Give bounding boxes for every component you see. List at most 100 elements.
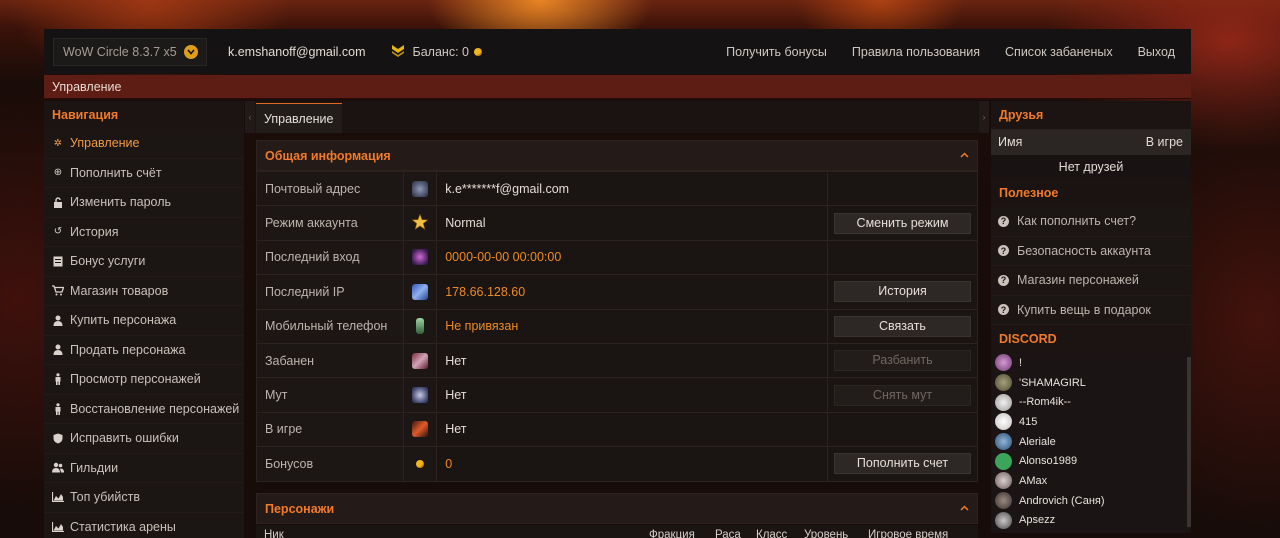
plus-circle-icon: ⊕	[53, 167, 63, 179]
link-banned-list[interactable]: Список забаненых	[1005, 45, 1113, 59]
link-logout[interactable]: Выход	[1138, 45, 1175, 59]
tab-scroll-left-icon[interactable]: ‹	[245, 101, 255, 133]
useful-link-character-shop[interactable]: ? Магазин персонажей	[991, 266, 1191, 296]
question-icon: ?	[998, 215, 1009, 227]
top-bar: WoW Circle 8.3.7 x5 k.emshanoff@gmail.co…	[44, 29, 1191, 74]
row-label: Забанен	[255, 342, 405, 379]
male-icon	[52, 402, 64, 415]
table-row: Почтовый адрес k.e*******f@gmail.com	[255, 170, 979, 207]
row-value: k.e*******f@gmail.com	[436, 170, 828, 207]
rank-chevron-icon	[391, 44, 405, 60]
row-label: В игре	[255, 411, 405, 448]
nav-item-label: Просмотр персонажей	[70, 372, 201, 387]
row-value: 0	[436, 446, 828, 482]
col-nick: Ник	[264, 529, 284, 538]
avatar	[995, 433, 1012, 451]
nav-item-management[interactable]: ✲ Управление	[44, 129, 244, 159]
nav-item-top-kills[interactable]: Топ убийств	[44, 483, 244, 513]
avatar	[995, 354, 1012, 372]
mute-icon	[412, 387, 429, 404]
question-icon: ?	[998, 274, 1009, 286]
link-rules[interactable]: Правила пользования	[852, 45, 980, 59]
discord-scrollbar[interactable]	[1187, 357, 1191, 527]
nav-item-bonus-services[interactable]: Бонус услуги	[44, 247, 244, 277]
link-phone-button[interactable]: Связать	[833, 315, 971, 337]
member-name: AMax	[1019, 474, 1048, 487]
nav-item-history[interactable]: ↺ История	[44, 217, 244, 247]
general-info-section: Общая информация Почтовый адрес k.e*****…	[255, 140, 979, 482]
nav-item-label: Магазин товаров	[70, 283, 169, 298]
member-name: Alonso1989	[1019, 455, 1078, 468]
discord-member[interactable]: Apsezz	[991, 511, 1191, 531]
nav-item-topup[interactable]: ⊕ Пополнить счёт	[44, 158, 244, 188]
useful-link-gift[interactable]: ? Купить вещь в подарок	[991, 295, 1191, 325]
row-label: Режим аккаунта	[255, 205, 405, 241]
gear-icon: ✲	[53, 137, 63, 149]
discord-member[interactable]: Androvich (Саня)	[991, 491, 1191, 511]
ip-history-button[interactable]: История	[833, 281, 971, 303]
ban-icon	[412, 352, 429, 369]
general-info-header[interactable]: Общая информация	[256, 140, 978, 171]
discord-widget[interactable]: ! 'SHAMAGIRL --Rom4ik-- 415 Aleriale Alo…	[991, 353, 1191, 533]
friends-col-ingame: В игре	[1145, 135, 1183, 149]
col-faction: Фракция	[649, 529, 695, 538]
nav-item-view-characters[interactable]: Просмотр персонажей	[44, 365, 244, 395]
chevron-up-icon[interactable]	[960, 150, 969, 161]
nav-item-change-password[interactable]: Изменить пароль	[44, 188, 244, 218]
coin-icon	[473, 47, 482, 56]
avatar	[995, 511, 1012, 529]
nav-item-buy-character[interactable]: Купить персонажа	[44, 306, 244, 336]
col-level: Уровень	[804, 529, 849, 538]
discord-member[interactable]: 415	[991, 412, 1191, 432]
discord-member[interactable]: --Rom4ik--	[991, 392, 1191, 412]
member-name: Aleriale	[1019, 435, 1056, 448]
discord-member[interactable]: Alonso1989	[991, 451, 1191, 471]
chevron-up-icon[interactable]	[960, 503, 969, 514]
unmute-button[interactable]: Снять мут	[833, 384, 971, 406]
tab-scroll-right-icon[interactable]: ›	[979, 101, 989, 133]
change-mode-button[interactable]: Сменить режим	[833, 212, 971, 234]
member-name: !	[1019, 356, 1023, 369]
characters-columns: Ник Фракция Раса Класс Уровень Игровое в…	[256, 525, 978, 538]
male-icon	[52, 373, 64, 386]
section-title: Персонажи	[265, 501, 335, 516]
in-game-icon	[412, 421, 429, 438]
nav-item-restore-characters[interactable]: Восстановление персонажей	[44, 394, 244, 424]
discord-member[interactable]: Aleriale	[991, 432, 1191, 452]
nav-item-label: Топ убийств	[70, 490, 140, 505]
top-links: Получить бонусы Правила пользования Спис…	[726, 45, 1175, 59]
tab-management[interactable]: Управление	[256, 103, 342, 133]
characters-header[interactable]: Персонажи	[256, 493, 978, 524]
section-title: Общая информация	[265, 148, 391, 163]
useful-link-topup[interactable]: ? Как пополнить счет?	[991, 207, 1191, 237]
nav-item-shop[interactable]: Магазин товаров	[44, 276, 244, 306]
chart-icon	[52, 521, 64, 533]
discord-member[interactable]: !	[991, 353, 1191, 373]
discord-member[interactable]: AMax	[991, 471, 1191, 491]
link-get-bonuses[interactable]: Получить бонусы	[726, 45, 827, 59]
realm-selector[interactable]: WoW Circle 8.3.7 x5	[53, 37, 207, 66]
col-race: Раса	[715, 529, 741, 538]
friends-col-name: Имя	[998, 135, 1023, 149]
nav-item-fix-errors[interactable]: Исправить ошибки	[44, 424, 244, 454]
avatar	[995, 393, 1012, 411]
row-label: Почтовый адрес	[255, 170, 405, 207]
avatar	[995, 492, 1012, 510]
table-row: В игре Нет	[255, 411, 979, 448]
nav-item-arena-stats[interactable]: Статистика арены	[44, 512, 244, 538]
star-icon	[412, 213, 429, 233]
member-name: --Rom4ik--	[1019, 396, 1071, 409]
right-panel: Друзья Имя В игре Нет друзей Полезное ? …	[991, 101, 1191, 533]
topup-button[interactable]: Пополнить счет	[833, 453, 971, 475]
row-value: Не привязан	[436, 308, 828, 344]
useful-link-security[interactable]: ? Безопасность аккаунта	[991, 236, 1191, 266]
nav-item-sell-character[interactable]: Продать персонажа	[44, 335, 244, 365]
discord-member[interactable]: 'SHAMAGIRL	[991, 373, 1191, 393]
nav-item-label: Гильдии	[70, 460, 119, 475]
nav-title: Навигация	[44, 101, 244, 129]
nav-item-guilds[interactable]: Гильдии	[44, 453, 244, 483]
nav-item-label: Управление	[70, 136, 140, 151]
phone-icon	[416, 318, 425, 335]
unban-button[interactable]: Разбанить	[833, 350, 971, 372]
row-label: Последний IP	[255, 274, 405, 310]
